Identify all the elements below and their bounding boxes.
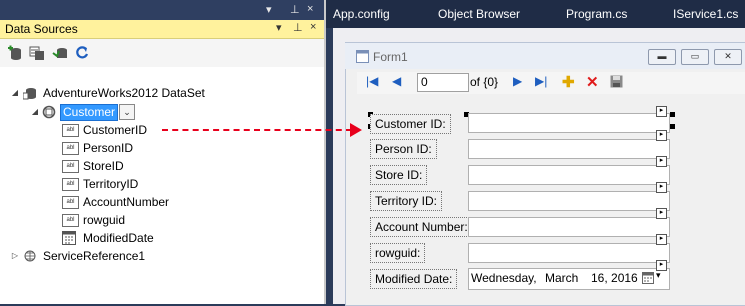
smart-tag-icon[interactable]: ▸ [656,156,667,167]
territory-id-label: Territory ID: [370,191,443,211]
store-id-textbox[interactable] [468,165,670,185]
move-first-icon[interactable]: |◀ [366,74,378,88]
binding-navigator [357,72,745,94]
maximize-button[interactable]: ▭ [681,49,709,65]
tree-field-row[interactable]: abl PersonID [62,139,202,157]
collapsed-triangle-icon[interactable]: ▷ [10,247,20,265]
tab-program-cs[interactable]: Program.cs [566,7,627,21]
field-label: CustomerID [83,123,148,137]
calendar-icon[interactable] [642,272,654,284]
tree-service-row[interactable]: ▷ ServiceReference1 [10,247,210,265]
position-textbox[interactable]: 0 [417,73,469,92]
customer-id-label: Customer ID: [370,114,451,134]
expand-triangle-icon[interactable]: ◢ [30,103,40,121]
smart-tag-icon[interactable]: ▸ [656,208,667,219]
panel-title: Data Sources [5,22,78,36]
date-month: March [545,271,579,285]
field-label: TerritoryID [83,177,139,191]
textbox-field-icon: abl [62,142,79,155]
territory-id-textbox[interactable] [468,191,670,211]
pin-icon[interactable]: ⊥ [290,3,300,16]
tab-iservice1-cs[interactable]: IService1.cs [673,7,738,21]
smart-tag-icon[interactable]: ▸ [656,182,667,193]
minimize-button[interactable]: ▬ [648,49,676,65]
selection-handle[interactable] [670,124,675,129]
tab-app-config[interactable]: App.config [333,7,390,21]
delete-icon[interactable]: ✕ [586,73,599,91]
tree-table-row[interactable]: ◢ Customer ⌄ [30,103,180,121]
field-label: rowguid [83,213,126,227]
add-data-source-icon[interactable] [7,45,23,61]
date-weekday: Wednesday, [471,271,537,285]
store-id-label: Store ID: [370,165,428,185]
field-label: PersonID [83,141,134,155]
tree-field-row[interactable]: abl AccountNumber [62,193,202,211]
close-button[interactable]: ✕ [714,49,742,65]
save-icon[interactable] [610,75,623,88]
tree-field-row[interactable]: abl StoreID [62,157,202,175]
data-sources-toolbar [0,39,324,67]
date-day-year: 16, 2016 [591,271,638,285]
smart-tag-icon[interactable]: ▸ [656,130,667,141]
rowguid-textbox[interactable] [468,243,670,263]
move-next-icon[interactable]: ▶ [513,74,522,88]
modified-date-picker[interactable]: Wednesday, March 16, 2016 ▾ [468,268,670,290]
form-title: Form1 [373,50,408,64]
smart-tag-icon[interactable]: ▸ [656,260,667,271]
person-id-textbox[interactable] [468,139,670,159]
dropdown-icon[interactable]: ▾ [276,21,282,34]
textbox-field-icon: abl [62,214,79,227]
tab-object-browser[interactable]: Object Browser [438,7,520,21]
expand-triangle-icon[interactable]: ◢ [10,84,20,102]
move-previous-icon[interactable]: ◀ [392,74,401,88]
tree-field-row[interactable]: abl rowguid [62,211,202,229]
account-number-textbox[interactable] [468,217,670,237]
tree-field-row[interactable]: ModifiedDate [62,229,202,247]
account-number-label: Account Number: [370,217,473,237]
configure-dataset-icon[interactable] [52,45,68,61]
field-label: StoreID [83,159,124,173]
edit-dataset-designer-icon[interactable] [29,45,45,61]
selection-handle[interactable] [670,112,675,117]
data-sources-header: Data Sources ▾ ⊥ × [0,20,324,39]
drag-arrow-line [162,129,352,131]
field-label: AccountNumber [83,195,170,209]
textbox-field-icon: abl [62,196,79,209]
textbox-field-icon: abl [62,124,79,137]
close-icon[interactable]: × [307,3,313,15]
pin-icon[interactable]: ⊥ [293,21,303,34]
drag-arrow-head [350,123,362,137]
modified-date-label: Modified Date: [370,269,458,289]
tree-dataset-row[interactable]: ◢ AdventureWorks2012 DataSet [10,84,310,102]
rowguid-label: rowguid: [370,243,426,263]
dataset-icon [23,88,36,100]
add-new-icon[interactable]: ✚ [562,73,575,91]
chevron-down-icon[interactable]: ▾ [656,270,661,281]
field-label: ModifiedDate [83,231,154,245]
document-tabs: App.config Object Browser Program.cs ISe… [326,0,745,28]
count-label: of {0} [470,75,499,89]
close-icon[interactable]: × [310,21,316,33]
move-last-icon[interactable]: ▶| [535,74,547,88]
table-icon [42,105,56,119]
smart-tag-icon[interactable]: ▸ [656,234,667,245]
refresh-icon[interactable] [74,45,90,61]
table-label[interactable]: Customer [60,104,119,121]
customer-id-textbox[interactable] [468,113,670,133]
dropdown-icon[interactable]: ▾ [266,3,272,16]
service-reference-label: ServiceReference1 [43,249,146,263]
dataset-label: AdventureWorks2012 DataSet [43,86,205,100]
smart-tag-icon[interactable]: ▸ [656,106,667,117]
chevron-down-icon[interactable]: ⌄ [119,104,135,120]
top-strip: ▾ ⊥ × [0,0,326,20]
globe-icon [24,250,36,262]
datetime-field-icon [62,231,76,245]
form-icon [356,50,369,63]
textbox-field-icon: abl [62,178,79,191]
tree-field-row[interactable]: abl TerritoryID [62,175,202,193]
textbox-field-icon: abl [62,160,79,173]
person-id-label: Person ID: [370,139,437,159]
